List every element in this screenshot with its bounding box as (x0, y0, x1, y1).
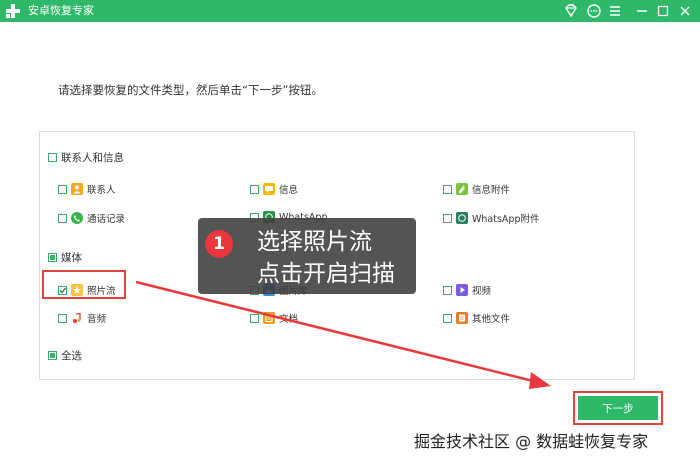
callout-line-2: 点击开启扫描 (257, 261, 395, 287)
watermark: 掘金技术社区 @ 数据蛙恢复专家 (414, 432, 649, 451)
step-badge: 1 (205, 230, 233, 258)
callout-line-1: 选择照片流 (257, 229, 372, 255)
